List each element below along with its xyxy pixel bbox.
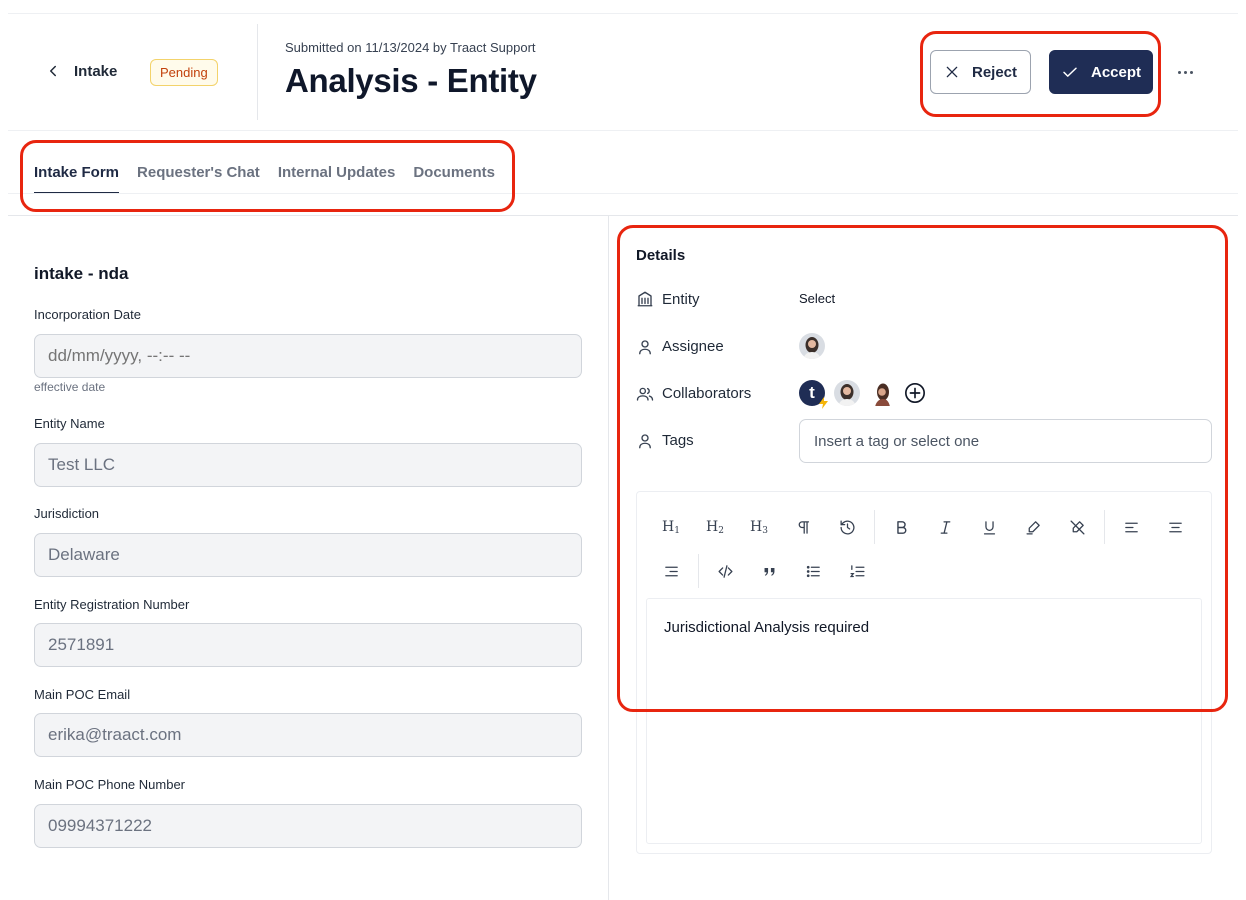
page-title: Analysis - Entity [285, 62, 537, 99]
incorporation-date-help: effective date [34, 380, 106, 394]
toolbar-separator [874, 510, 875, 544]
toolbar-separator [1104, 510, 1105, 544]
quote-button[interactable] [755, 557, 783, 585]
reject-button[interactable]: Reject [930, 50, 1031, 94]
tab-documents[interactable]: Documents [413, 150, 495, 194]
entity-name-label: Entity Name [34, 416, 105, 431]
underline-button[interactable] [975, 513, 1003, 541]
status-badge: Pending [150, 59, 218, 86]
incorporation-date-input[interactable] [34, 334, 582, 378]
entity-name-input[interactable] [34, 443, 582, 487]
assignee-label: Assignee [662, 338, 724, 355]
paragraph-icon [798, 520, 809, 534]
editor-content[interactable]: Jurisdictional Analysis required [646, 598, 1202, 844]
code-icon [717, 564, 733, 578]
accept-label: Accept [1090, 63, 1142, 81]
highlighter-off-icon [1069, 519, 1085, 535]
tab-intake-form[interactable]: Intake Form [34, 150, 120, 194]
clear-highlight-button[interactable] [1063, 513, 1091, 541]
bold-icon [896, 520, 906, 534]
bullet-list-button[interactable] [799, 557, 827, 585]
tab-bar: Intake Form Requester's Chat Internal Up… [34, 150, 495, 194]
back-to-intake-link[interactable]: Intake [44, 62, 117, 80]
plus-circle-icon[interactable] [904, 382, 926, 404]
reject-label: Reject [971, 63, 1018, 81]
back-label: Intake [74, 62, 118, 80]
incorporation-date-label: Incorporation Date [34, 307, 141, 322]
heading-3-button[interactable]: H3 [745, 513, 773, 541]
poc-email-input[interactable] [34, 713, 582, 757]
close-icon [946, 66, 958, 78]
tag-user-icon [639, 434, 651, 449]
entity-select[interactable]: Select [799, 291, 835, 306]
bold-button[interactable] [887, 513, 915, 541]
tabs-divider [8, 193, 1238, 194]
poc-phone-label: Main POC Phone Number [34, 777, 186, 792]
column-divider [608, 216, 609, 900]
ordered-list-icon [849, 564, 865, 577]
users-icon [636, 387, 654, 401]
underline-icon [983, 520, 995, 535]
tab-internal-updates[interactable]: Internal Updates [278, 150, 396, 194]
align-left-icon [1124, 522, 1138, 532]
align-right-button[interactable] [657, 557, 685, 585]
bullet-list-icon [806, 565, 820, 577]
lightning-icon [819, 397, 828, 409]
heading-3-icon: H3 [750, 518, 768, 536]
registration-number-label: Entity Registration Number [34, 597, 190, 612]
italic-icon [940, 520, 950, 534]
user-icon [639, 340, 651, 355]
jurisdiction-input[interactable] [34, 533, 582, 577]
entity-label: Entity [662, 291, 700, 308]
clear-format-button[interactable] [833, 513, 861, 541]
collaborators-label: Collaborators [662, 385, 752, 402]
collaborator-avatar-3[interactable] [869, 380, 895, 406]
header-divider [257, 24, 258, 120]
align-right-icon [664, 566, 678, 576]
poc-phone-input[interactable] [34, 804, 582, 848]
heading-2-button[interactable]: H2 [701, 513, 729, 541]
tags-input[interactable] [799, 419, 1212, 463]
align-left-button[interactable] [1117, 513, 1145, 541]
more-options-button[interactable] [1172, 62, 1198, 82]
collaborator-avatar-traact[interactable]: t [799, 380, 828, 409]
tags-label: Tags [662, 432, 694, 449]
ordered-list-button[interactable] [843, 557, 871, 585]
tab-requesters-chat[interactable]: Requester's Chat [137, 150, 260, 194]
more-horizontal-icon [1177, 70, 1193, 74]
paragraph-button[interactable] [789, 513, 817, 541]
submitted-info: Submitted on 11/13/2024 by Traact Suppor… [285, 40, 536, 55]
header-bottom-divider [8, 130, 1238, 131]
align-center-icon [1168, 522, 1182, 532]
content-top-divider [8, 215, 1238, 216]
heading-1-button[interactable]: H1 [657, 513, 685, 541]
history-icon [839, 519, 854, 535]
align-center-button[interactable] [1161, 513, 1189, 541]
highlighter-icon [1025, 520, 1040, 535]
form-title: intake - nda [34, 264, 129, 283]
check-icon [1063, 67, 1077, 77]
assignee-avatar[interactable] [799, 333, 825, 359]
heading-2-icon: H2 [706, 518, 724, 536]
details-title: Details [636, 247, 686, 264]
collaborator-avatar-2[interactable] [834, 380, 860, 406]
building-icon [637, 291, 653, 307]
code-button[interactable] [711, 557, 739, 585]
highlight-button[interactable] [1019, 513, 1047, 541]
page-header: Intake Pending Submitted on 11/13/2024 b… [0, 14, 1246, 130]
toolbar-separator [698, 554, 699, 588]
poc-email-label: Main POC Email [34, 687, 131, 702]
heading-1-icon: H1 [662, 518, 680, 536]
accept-button[interactable]: Accept [1049, 50, 1153, 94]
registration-number-input[interactable] [34, 623, 582, 667]
italic-button[interactable] [931, 513, 959, 541]
quote-icon [764, 567, 774, 576]
collaborator-initial: t [809, 382, 815, 402]
jurisdiction-label: Jurisdiction [34, 506, 100, 521]
chevron-left-icon [50, 65, 56, 77]
